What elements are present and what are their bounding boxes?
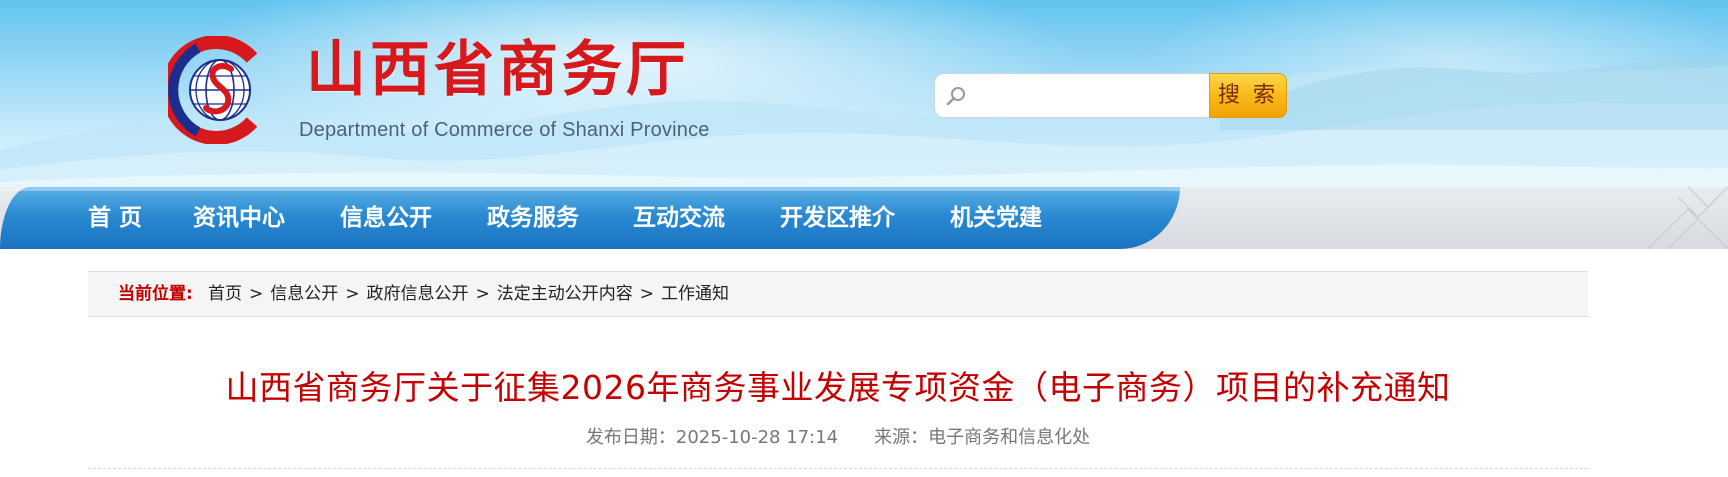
breadcrumb-link-statutory[interactable]: 法定主动公开内容 xyxy=(497,284,633,304)
nav-item-dev-zone[interactable]: 开发区推介 xyxy=(780,187,895,249)
article-source: 来源：电子商务和信息化处 xyxy=(874,427,1091,448)
decorative-pattern xyxy=(1647,187,1728,249)
nav-item-interaction[interactable]: 互动交流 xyxy=(633,187,725,249)
search-button[interactable]: 搜 索 xyxy=(1209,73,1287,118)
commerce-emblem-icon xyxy=(168,36,258,144)
breadcrumb-link-info-public[interactable]: 信息公开 xyxy=(270,284,338,304)
breadcrumb-separator: > xyxy=(475,284,490,304)
search-box[interactable] xyxy=(934,73,1210,118)
article-meta: 发布日期：2025-10-28 17:14 来源：电子商务和信息化处 xyxy=(0,425,1676,451)
breadcrumb-link-notices[interactable]: 工作通知 xyxy=(661,284,729,304)
article-divider xyxy=(88,468,1588,469)
search-input[interactable] xyxy=(973,80,1203,112)
breadcrumb-separator: > xyxy=(639,284,654,304)
main-navbar: 首 页 资讯中心 信息公开 政务服务 互动交流 开发区推介 机关党建 xyxy=(0,187,1728,249)
article-title: 山西省商务厅关于征集2026年商务事业发展专项资金（电子商务）项目的补充通知 xyxy=(225,368,1451,407)
breadcrumb-link-home[interactable]: 首页 xyxy=(208,284,242,304)
nav-item-news-center[interactable]: 资讯中心 xyxy=(193,187,285,249)
nav-item-info-public[interactable]: 信息公开 xyxy=(340,187,432,249)
search-icon xyxy=(946,87,965,106)
nav-item-party[interactable]: 机关党建 xyxy=(950,187,1042,249)
breadcrumb-label: 当前位置: xyxy=(118,284,193,304)
breadcrumb-link-gov-info[interactable]: 政府信息公开 xyxy=(367,284,469,304)
breadcrumb-trail: 首页 > 信息公开 > 政府信息公开 > 法定主动公开内容 > 工作通知 xyxy=(208,272,729,316)
publish-date: 发布日期：2025-10-28 17:14 xyxy=(585,427,839,448)
nav-item-home[interactable]: 首 页 xyxy=(88,187,142,249)
breadcrumb: 当前位置: 首页 > 信息公开 > 政府信息公开 > 法定主动公开内容 > 工作通知 xyxy=(88,271,1588,317)
nav-item-gov-service[interactable]: 政务服务 xyxy=(487,187,579,249)
site-title: 山西省商务厅 xyxy=(306,35,690,105)
breadcrumb-separator: > xyxy=(249,284,264,304)
site-header: 山西省商务厅 Department of Commerce of Shanxi … xyxy=(0,0,1728,187)
breadcrumb-separator: > xyxy=(345,284,360,304)
site-subtitle: Department of Commerce of Shanxi Provinc… xyxy=(299,119,710,141)
